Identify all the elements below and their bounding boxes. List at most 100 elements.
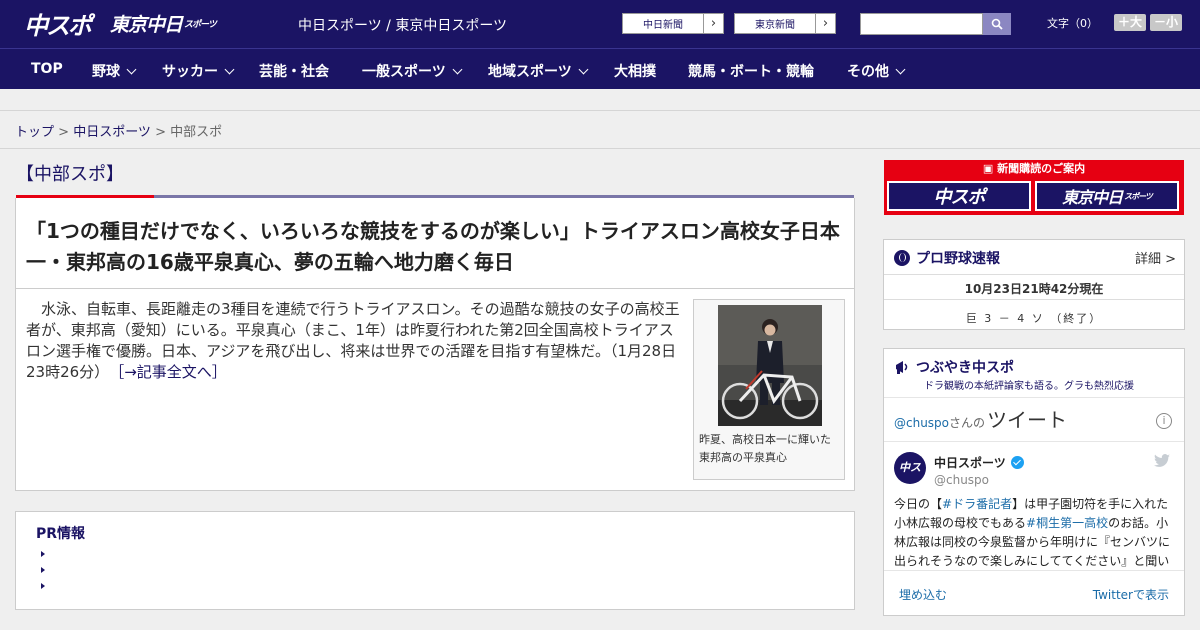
hashtag-link[interactable]: #ドラ番記者 [942, 497, 1012, 511]
pr-bullet-icon[interactable] [41, 551, 45, 557]
subscribe-tokyo-text: 東京中日 [1062, 188, 1123, 207]
score-detail-link[interactable]: 詳細 > [1135, 248, 1176, 267]
section-title: 【中部スポ】 [16, 164, 124, 185]
nav-item-general-sports[interactable]: 一般スポーツ [362, 61, 463, 81]
twitter-title: つぶやき中スポ [916, 360, 1014, 376]
account-name[interactable]: 中日スポーツ [934, 454, 1024, 471]
nav-label: サッカー [162, 64, 218, 80]
read-more-link[interactable]: ［→記事全文へ］ [117, 363, 227, 381]
twitter-subtitle: ドラ観戦の本紙評論家も語る。グラも熱烈応援 [924, 381, 1134, 392]
verified-badge-icon [1010, 456, 1024, 469]
nav-label: 競馬・ボート・競輪 [688, 64, 814, 80]
account-name-text: 中日スポーツ [934, 456, 1006, 470]
font-smaller-button[interactable]: －小 [1150, 14, 1183, 31]
breadcrumb-sep: > [54, 125, 74, 140]
hashtag-link[interactable]: #桐生第一高校 [1026, 516, 1108, 530]
nav-label: 野球 [92, 64, 120, 80]
view-on-twitter-link[interactable]: Twitterで表示 [1093, 586, 1169, 603]
account-handle[interactable]: @chuspo [934, 473, 989, 487]
twitter-bird-icon[interactable] [1154, 454, 1170, 468]
photo-caption: 昨夏、高校日本一に輝いた東邦高の平泉真心 [699, 433, 831, 464]
search-button[interactable] [983, 13, 1011, 35]
tweet-text-1: 今日の【 [894, 497, 943, 511]
subscription-banner[interactable]: ▣ 新聞購読のご案内 中スポ 東京中日 スポーツ [884, 160, 1184, 215]
article-photo-box: 昨夏、高校日本一に輝いた東邦高の平泉真心 [693, 299, 845, 480]
info-icon[interactable]: i [1156, 413, 1172, 429]
chevron-down-icon [895, 64, 906, 74]
divider [884, 570, 1184, 571]
chevron-right-icon: › [815, 14, 835, 33]
breadcrumb-top[interactable]: トップ [15, 125, 54, 140]
chevron-down-icon [224, 64, 235, 74]
nav-label: その他 [847, 64, 889, 80]
subscribe-tokyo-small: スポーツ [1124, 191, 1153, 201]
nav-item-entertainment[interactable]: 芸能・社会 [259, 61, 329, 81]
nav-label: 大相撲 [614, 64, 656, 80]
chevron-right-icon: › [703, 14, 723, 33]
nav-label: 地域スポーツ [488, 64, 572, 80]
score-timestamp: 10月23日21時42分現在 [964, 282, 1104, 296]
tokyo-logo-small: スポーツ [184, 19, 217, 30]
tweets-handle-suffix: さんの [949, 416, 986, 430]
font-bigger-button[interactable]: ＋大 [1114, 14, 1147, 31]
tokyo-logo-text: 東京中日 [110, 13, 183, 36]
newspaper-icon: ▣ [982, 162, 998, 175]
search-icon [991, 18, 1003, 30]
site-names: 中日スポーツ / 東京中日スポーツ [298, 18, 508, 34]
score-header: プロ野球速報 [894, 248, 1000, 268]
twitter-header: つぶやき中スポ [894, 357, 1014, 377]
tokyo-shimbun-label: 東京新聞 [755, 20, 795, 31]
divider [0, 110, 1200, 111]
nav-label: 一般スポーツ [362, 64, 446, 80]
main-nav: TOP 野球 サッカー 芸能・社会 一般スポーツ 地域スポーツ 大相撲 競馬・ボ… [0, 48, 1200, 89]
subscription-header: ▣ 新聞購読のご案内 [884, 160, 1184, 178]
chunichi-shimbun-link[interactable]: 中日新聞 › [622, 13, 724, 34]
top-header: 中スポ 東京中日 スポーツ 中日スポーツ / 東京中日スポーツ 中日新聞 › 東京… [0, 0, 1200, 48]
nav-item-local-sports[interactable]: 地域スポーツ [488, 61, 589, 81]
article-photo[interactable] [718, 305, 822, 426]
divider [884, 397, 1184, 398]
pr-section: PR情報 [15, 511, 855, 610]
nav-item-baseball[interactable]: 野球 [92, 61, 137, 81]
subscribe-chuspo-logo[interactable]: 中スポ [887, 181, 1031, 211]
baseball-icon [894, 250, 910, 266]
pr-bullet-icon[interactable] [41, 567, 45, 573]
subscribe-tokyo-logo[interactable]: 東京中日 スポーツ [1035, 181, 1179, 211]
nav-item-other[interactable]: その他 [847, 61, 906, 81]
nav-item-top[interactable]: TOP [31, 61, 63, 77]
chevron-down-icon [578, 64, 589, 74]
score-title: プロ野球速報 [916, 251, 1000, 267]
search-input[interactable] [860, 13, 983, 35]
breadcrumb-sep: > [150, 125, 171, 140]
chevron-down-icon [452, 64, 463, 74]
nav-item-sumo[interactable]: 大相撲 [614, 61, 656, 81]
nav-item-racing[interactable]: 競馬・ボート・競輪 [688, 61, 814, 81]
chevron-down-icon [126, 64, 137, 74]
pr-title: PR情報 [36, 526, 86, 542]
megaphone-icon [896, 361, 908, 374]
baseball-score-widget: プロ野球速報 詳細 > 10月23日21時42分現在 巨 3 － 4 ソ （終了… [883, 239, 1185, 330]
divider [16, 288, 854, 289]
chuspo-logo[interactable]: 中スポ [24, 8, 92, 40]
tokyo-shimbun-link[interactable]: 東京新聞 › [734, 13, 836, 34]
tokyo-chunichi-logo[interactable]: 東京中日 スポーツ [110, 8, 217, 38]
nav-label: 芸能・社会 [259, 64, 329, 80]
avatar[interactable]: 中ス [894, 452, 926, 484]
tweets-handle-link[interactable]: @chuspo [894, 416, 949, 430]
divider [884, 441, 1184, 442]
nav-label: TOP [31, 61, 63, 77]
font-size-control: 文字（0） ＋大 －小 [1047, 14, 1183, 31]
article-card: 「1つの種目だけでなく、いろいろな競技をするのが楽しい」トライアスロン高校女子日… [15, 198, 855, 491]
nav-item-soccer[interactable]: サッカー [162, 61, 235, 81]
embed-link[interactable]: 埋め込む [899, 586, 947, 603]
score-game[interactable]: 巨 3 － 4 ソ （終了） [884, 310, 1184, 326]
breadcrumb-category[interactable]: 中日スポーツ [73, 125, 151, 140]
article-summary: 水泳、自転車、長距離走の3種目を連続で行うトライアスロン。その過酷な競技の女子の… [26, 299, 686, 383]
font-size-label: 文字（0） [1047, 16, 1098, 30]
subscription-header-text: 新聞購読のご案内 [997, 162, 1086, 175]
article-headline[interactable]: 「1つの種目だけでなく、いろいろな競技をするのが楽しい」トライアスロン高校女子日… [26, 216, 846, 278]
pr-bullet-icon[interactable] [41, 583, 45, 589]
divider [884, 274, 1184, 275]
divider [0, 148, 1200, 149]
twitter-widget: つぶやき中スポ ドラ観戦の本紙評論家も語る。グラも熱烈応援 @chuspo さんの… [883, 348, 1185, 616]
